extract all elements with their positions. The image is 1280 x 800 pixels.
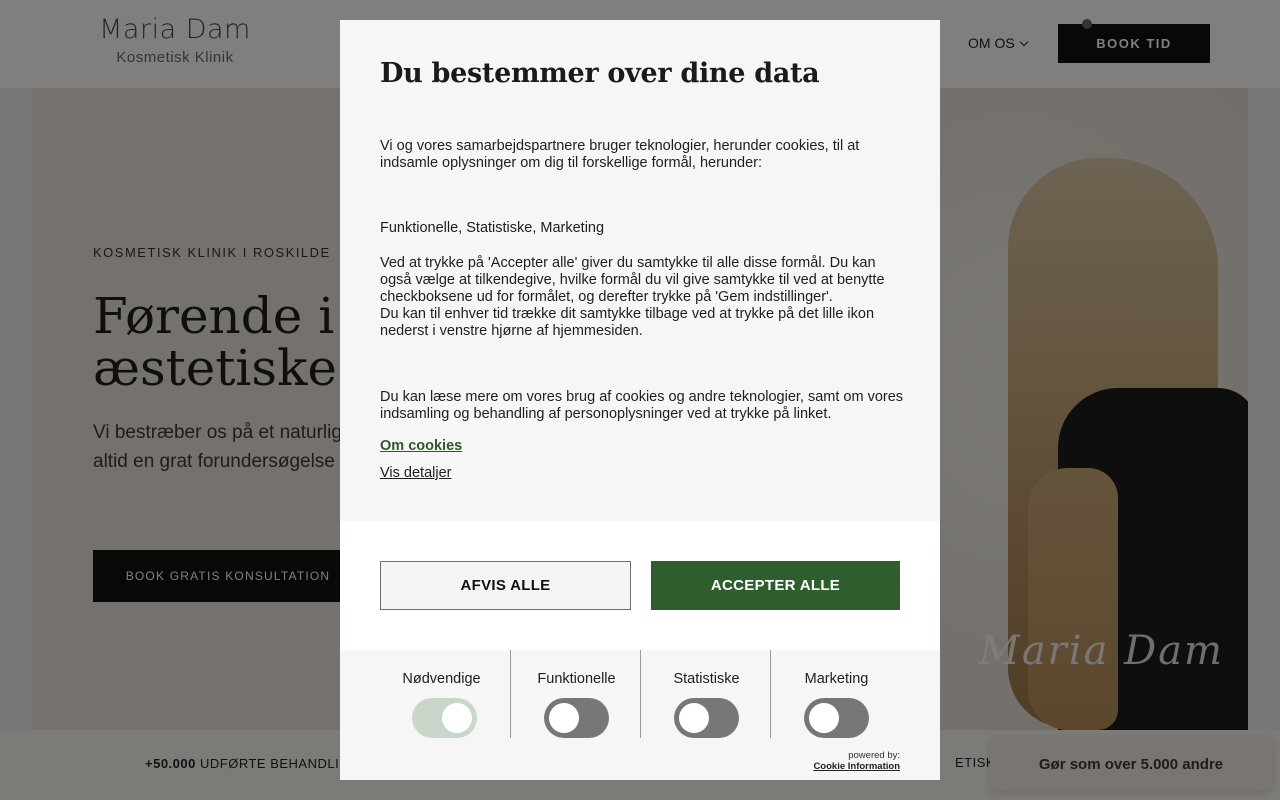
category-necessary: Nødvendige — [379, 650, 510, 738]
cookie-consent-dialog: Du bestemmer over dine data Vi og vores … — [340, 20, 940, 780]
cookie-purposes-text: Funktionelle, Statistiske, Marketing — [380, 220, 605, 236]
toggle-functional[interactable] — [544, 698, 609, 738]
toggle-knob — [442, 703, 472, 733]
toggle-statistics[interactable] — [674, 698, 739, 738]
cookie-consent-text-1: Ved at trykke på 'Accepter alle' giver d… — [380, 255, 885, 305]
cookie-information-link[interactable]: Cookie Information — [813, 761, 900, 772]
category-necessary-label: Nødvendige — [402, 671, 481, 687]
powered-by-label: powered by: — [848, 750, 900, 761]
vis-detaljer-link[interactable]: Vis detaljer — [380, 465, 451, 481]
category-functional: Funktionelle — [510, 650, 641, 738]
toggle-knob — [549, 703, 579, 733]
category-marketing-label: Marketing — [804, 671, 869, 687]
cookie-consent-text-2: Du kan til enhver tid trække dit samtykk… — [380, 306, 875, 339]
cookie-consent-body: Du bestemmer over dine data Vi og vores … — [340, 20, 940, 520]
cookie-intro-text: Vi og vores samarbejdspartnere bruger te… — [380, 138, 860, 171]
category-marketing: Marketing — [770, 650, 901, 738]
accept-all-button[interactable]: ACCEPTER ALLE — [651, 561, 900, 610]
cookie-actions: AFVIS ALLE ACCEPTER ALLE — [340, 521, 940, 650]
category-functional-label: Funktionelle — [537, 671, 616, 687]
cookie-consent-text: Ved at trykke på 'Accepter alle' giver d… — [380, 255, 905, 340]
powered-by: powered by: Cookie Information — [813, 750, 900, 772]
toggle-necessary — [412, 698, 477, 738]
category-statistics-label: Statistiske — [673, 671, 740, 687]
cookie-dialog-title: Du bestemmer over dine data — [380, 58, 820, 89]
toggle-marketing[interactable] — [804, 698, 869, 738]
om-cookies-link[interactable]: Om cookies — [380, 438, 462, 454]
toggle-knob — [679, 703, 709, 733]
toggle-knob — [809, 703, 839, 733]
reject-all-button[interactable]: AFVIS ALLE — [380, 561, 631, 610]
category-statistics: Statistiske — [640, 650, 771, 738]
cookie-more-info-text: Du kan læse mere om vores brug af cookie… — [380, 389, 904, 422]
